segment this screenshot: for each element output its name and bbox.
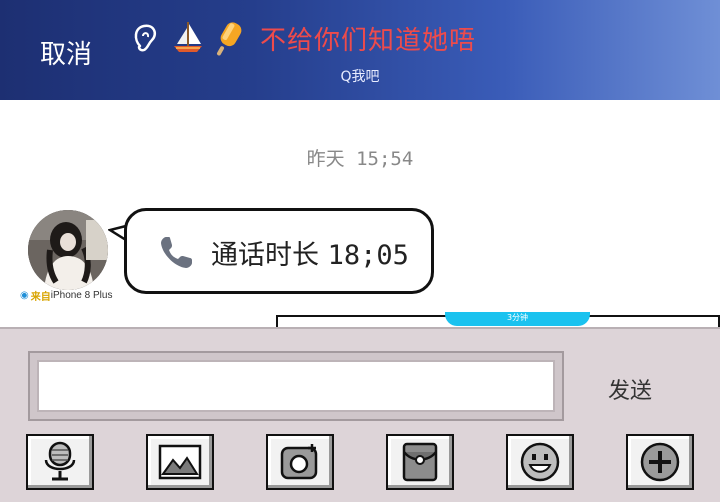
camera-icon — [280, 444, 318, 480]
message-list[interactable]: 昨天 15;54 ◉ 来自 iPhone 8 Plus 通话时长 18;05 3… — [0, 100, 720, 335]
message-input-frame — [28, 351, 564, 421]
chat-title-row: 不给你们知道她唔 — [126, 18, 476, 58]
chat-subtitle: Q我吧 — [340, 69, 380, 85]
call-message-bubble[interactable]: 通话时长 18;05 — [124, 208, 434, 294]
emoji-icon — [520, 442, 560, 482]
voice-button[interactable] — [26, 434, 94, 490]
plus-icon — [640, 442, 680, 482]
sailboat-icon — [174, 22, 202, 52]
image-icon — [158, 444, 202, 480]
phone-icon — [161, 237, 192, 268]
input-bar: 发送 — [0, 327, 720, 502]
call-message-content: 通话时长 18;05 — [157, 231, 409, 273]
image-button[interactable] — [146, 434, 214, 490]
camera-button[interactable] — [266, 434, 334, 490]
call-duration-text: 通话时长 18;05 — [211, 233, 409, 272]
avatar-image — [28, 210, 108, 290]
call-duration-value: 18;05 — [327, 239, 409, 271]
device-model: iPhone 8 Plus — [50, 290, 113, 301]
chat-header: 取消 不给你们知道她唔 Q我吧 — [0, 0, 720, 100]
microphone-icon — [44, 441, 76, 481]
red-packet-icon — [402, 442, 438, 482]
message-timestamp: 昨天 15;54 — [306, 148, 414, 170]
chat-title: 不给你们知道她唔 — [260, 25, 477, 56]
message-input[interactable] — [37, 360, 555, 412]
more-button[interactable] — [626, 434, 694, 490]
emoji-button[interactable] — [506, 434, 574, 490]
device-tag: ◉ 来自 iPhone 8 Plus — [20, 288, 112, 303]
location-pin-icon: ◉ — [20, 290, 29, 301]
send-button[interactable]: 发送 — [608, 373, 652, 405]
ear-icon — [134, 24, 156, 52]
avatar[interactable] — [28, 210, 108, 290]
popsicle-icon — [217, 22, 242, 56]
red-packet-button[interactable] — [386, 434, 454, 490]
call-duration-label: 通话时长 — [211, 239, 319, 271]
device-from-label: 来自 — [30, 292, 51, 303]
next-message-badge: 3分钟 — [445, 312, 590, 326]
